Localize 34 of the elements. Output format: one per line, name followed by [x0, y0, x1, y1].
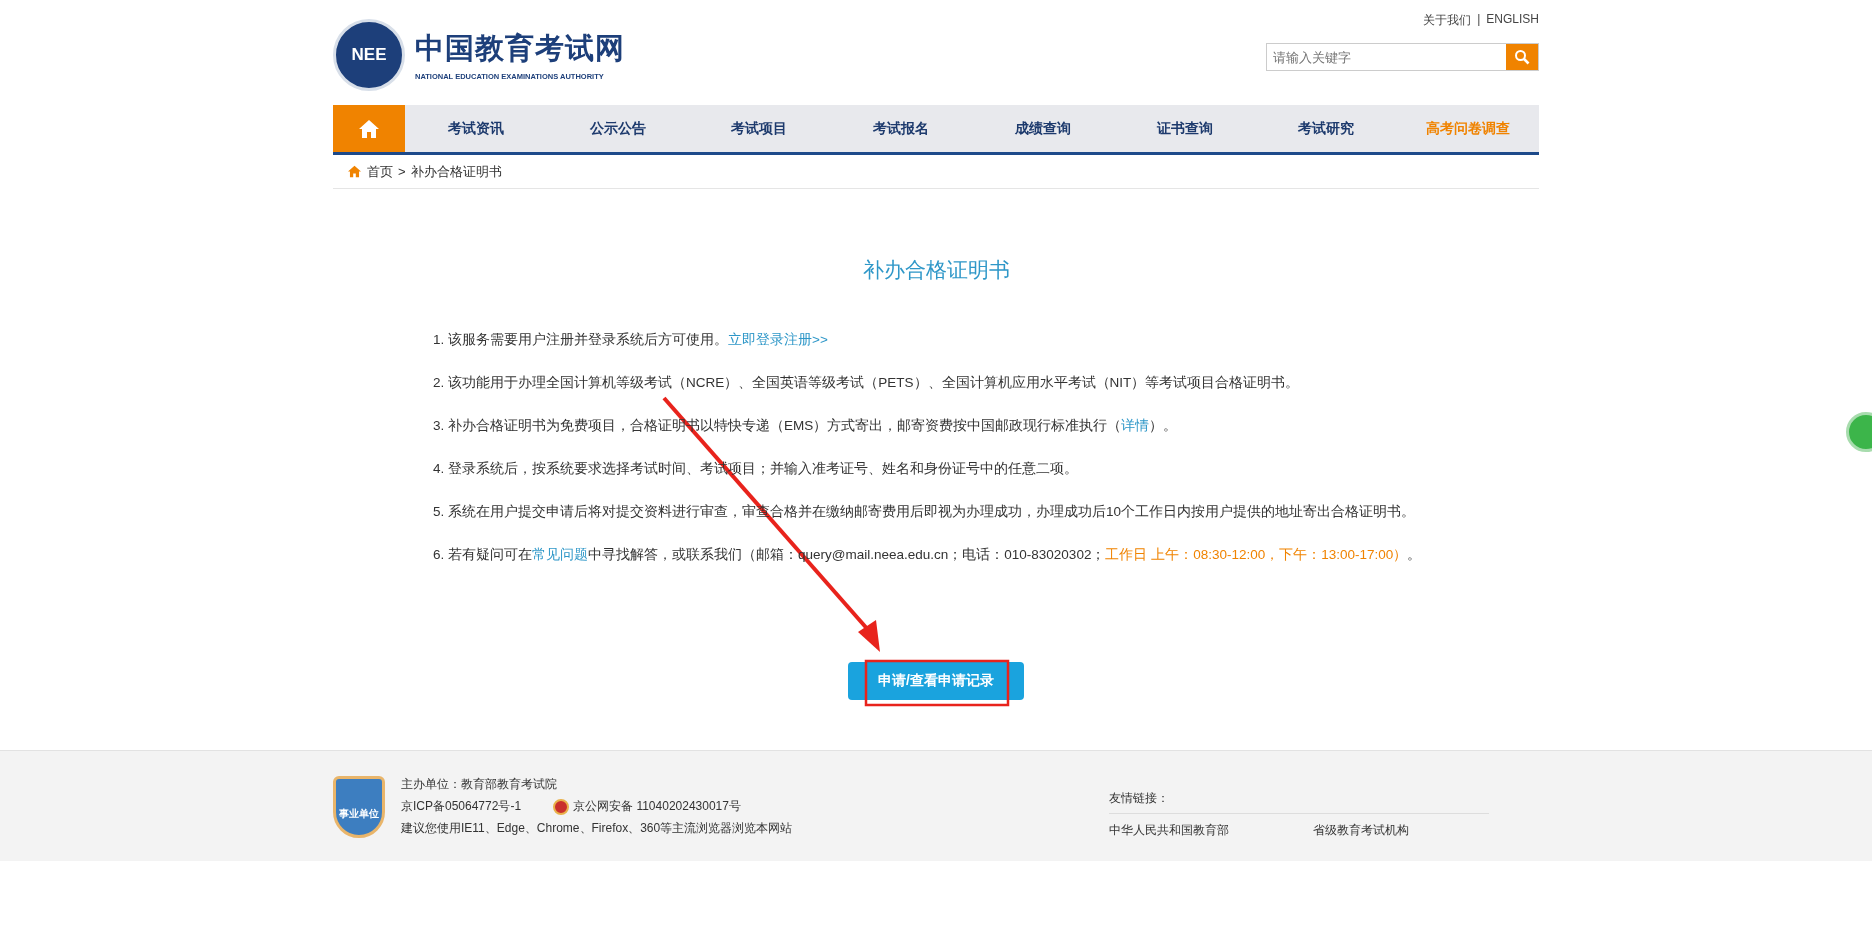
shield-badge: 事业单位 [333, 776, 385, 838]
home-icon [358, 118, 380, 139]
breadcrumb-link[interactable]: 首页 [367, 162, 393, 181]
home-button[interactable] [333, 105, 405, 152]
site-title: 中国教育考试网 [415, 30, 625, 66]
search-field[interactable]: 请输入关键字 [1266, 43, 1539, 71]
footer-link[interactable]: 中华人民共和国教育部 [1109, 822, 1229, 839]
separator: | [1477, 12, 1481, 28]
emblem-logo: NEE [333, 18, 405, 91]
nav-item[interactable]: 成绩查询 [972, 105, 1114, 152]
instruction-text: 2. 该功能用于办理全国计算机等级考试（NCRE）、全国英语等级考试（PETS）、全国计算机应用水平考试（NIT）等考试项目合格证明书。 [433, 374, 1301, 392]
nav-item[interactable]: 考试资讯 [405, 105, 547, 152]
nav-item[interactable]: 考试研究 [1255, 105, 1398, 152]
icp-text: 京ICP备05064772号-1 [401, 798, 522, 815]
search-button[interactable] [1506, 44, 1538, 70]
police-badge-icon [553, 798, 570, 815]
page-title: 补办合格证明书 [861, 257, 1011, 283]
top-link[interactable]: 关于我们 [1423, 12, 1472, 29]
nav-item[interactable]: 证书查询 [1113, 105, 1256, 152]
nav-item[interactable]: 公示公告 [546, 105, 689, 152]
search-icon [1514, 49, 1530, 65]
top-link[interactable]: ENGLISH [1486, 12, 1539, 29]
breadcrumb-separator: > [398, 164, 406, 179]
links-title: 友情链接： [1109, 790, 1489, 814]
nav-item[interactable]: 考试项目 [688, 105, 831, 152]
instruction-text: 1. 该服务需要用户注册并登录系统后方可使用。立即登录注册>> [433, 331, 829, 349]
breadcrumb-current: 补办合格证明书 [410, 162, 502, 181]
footer-link[interactable]: 省级教育考试机构 [1313, 822, 1409, 839]
nav-item[interactable]: 考试报名 [830, 105, 972, 152]
home-icon [347, 165, 362, 178]
browser-note: 建议您使用IE11、Edge、Chrome、Firefox、360等主流浏览器浏览本网站 [401, 820, 793, 837]
police-record-text: 京公网安备 11040202430017号 [573, 798, 741, 815]
host-text: 主办单位：教育部教育考试院 [401, 776, 558, 793]
text-link[interactable]: 详情 [1121, 418, 1150, 433]
